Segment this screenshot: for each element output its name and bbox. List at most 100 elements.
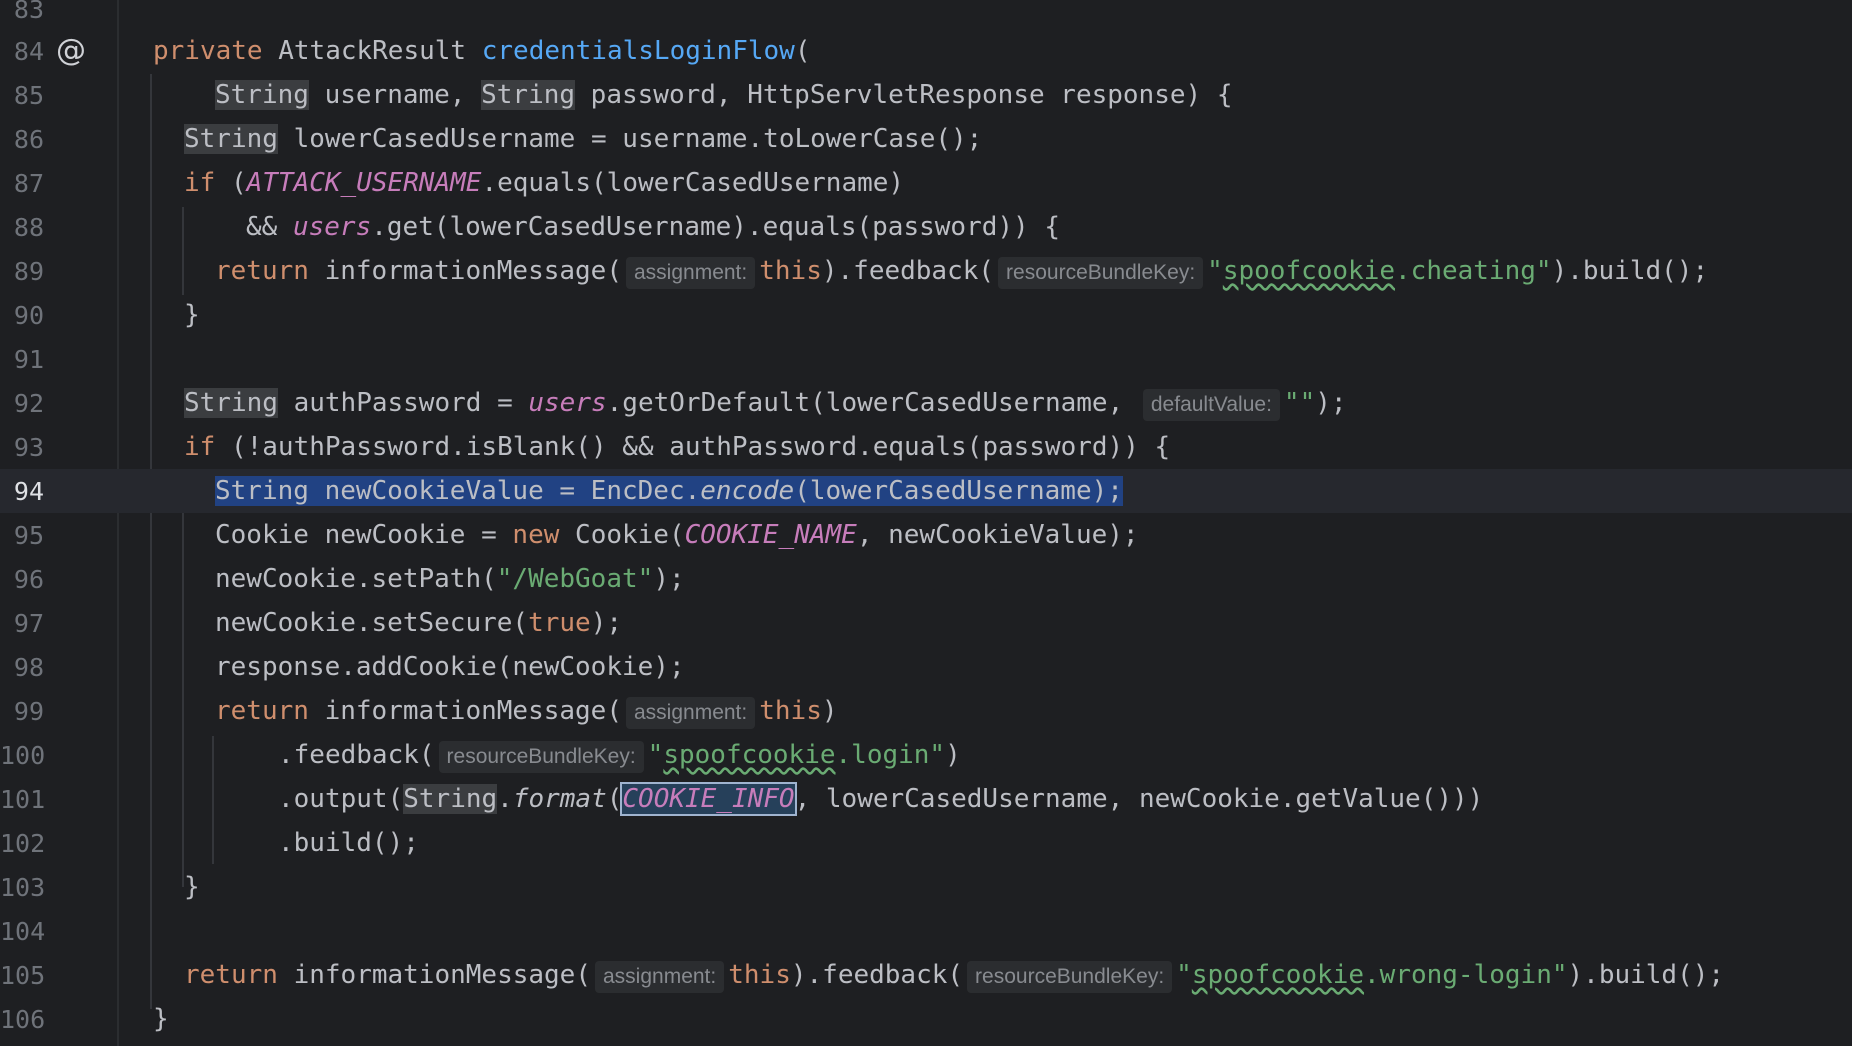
line-number: 93 bbox=[13, 433, 44, 462]
code-line[interactable]: 90 } bbox=[0, 293, 1852, 337]
static-field: users bbox=[528, 388, 607, 418]
code-text: } bbox=[184, 297, 200, 333]
code-fragment: password, HttpServletResponse response) … bbox=[575, 80, 1233, 110]
code-editor[interactable]: 83 84 @ private AttackResult credentials… bbox=[0, 0, 1852, 1046]
type-name: String bbox=[184, 124, 278, 154]
highlighted-constant[interactable]: COOKIE_INFO bbox=[620, 782, 797, 816]
code-line[interactable]: 89 return informationMessage(assignment:… bbox=[0, 249, 1852, 293]
typo-string: spoofcookie bbox=[1191, 960, 1365, 990]
code-text: return informationMessage(assignment: thi… bbox=[184, 957, 1724, 993]
code-fragment: ).build(); bbox=[1551, 256, 1709, 286]
string-literal: "" bbox=[1283, 388, 1316, 418]
line-number: 95 bbox=[13, 521, 44, 550]
code-line[interactable]: 98 response.addCookie(newCookie); bbox=[0, 645, 1852, 689]
method-name: credentialsLoginFlow bbox=[481, 36, 795, 66]
code-area[interactable]: 83 84 @ private AttackResult credentials… bbox=[0, 0, 1852, 1046]
string-literal: .cheating" bbox=[1395, 256, 1552, 286]
code-text: private AttackResult credentialsLoginFlo… bbox=[153, 33, 810, 69]
type-name: String bbox=[184, 388, 278, 418]
line-number: 92 bbox=[13, 389, 44, 418]
code-fragment: informationMessage( bbox=[277, 960, 591, 990]
code-line[interactable]: 85 String username, String password, Htt… bbox=[0, 73, 1852, 117]
code-line[interactable]: 84 @ private AttackResult credentialsLog… bbox=[0, 29, 1852, 73]
code-fragment: . bbox=[497, 784, 513, 814]
code-fragment: , newCookieValue); bbox=[856, 520, 1139, 550]
code-line[interactable]: 100 .feedback(resourceBundleKey: "spoofco… bbox=[0, 733, 1852, 777]
constant: ATTACK_USERNAME bbox=[246, 168, 482, 198]
code-line[interactable]: 97 newCookie.setSecure(true); bbox=[0, 601, 1852, 645]
string-literal: " bbox=[647, 740, 664, 770]
code-fragment: ).feedback( bbox=[790, 960, 964, 990]
code-fragment: .get(lowerCasedUsername).equals(password… bbox=[371, 212, 1060, 242]
code-line[interactable]: 105 return informationMessage(assignment… bbox=[0, 953, 1852, 997]
code-text: Cookie newCookie = new Cookie(COOKIE_NAM… bbox=[215, 517, 1139, 553]
code-fragment: String newCookieValue = EncDec. bbox=[215, 476, 701, 506]
code-line[interactable]: 87 if (ATTACK_USERNAME.equals(lowerCased… bbox=[0, 161, 1852, 205]
code-line[interactable]: 86 String lowerCasedUsername = username.… bbox=[0, 117, 1852, 161]
code-fragment: username, bbox=[308, 80, 482, 110]
line-number: 94 bbox=[13, 477, 44, 506]
code-line-current[interactable]: 94 String newCookieValue = EncDec.encode… bbox=[0, 469, 1852, 513]
code-line[interactable]: 106 } bbox=[0, 997, 1852, 1041]
line-number: 104 bbox=[0, 917, 46, 946]
line-number: 97 bbox=[13, 609, 44, 638]
code-line[interactable]: 103 } bbox=[0, 865, 1852, 909]
code-line[interactable]: 93 if (!authPassword.isBlank() && authPa… bbox=[0, 425, 1852, 469]
brace: } bbox=[184, 300, 200, 330]
line-number: 102 bbox=[0, 829, 46, 858]
line-number: 88 bbox=[13, 213, 44, 242]
code-line[interactable]: 91 bbox=[0, 337, 1852, 381]
keyword: return bbox=[215, 696, 309, 726]
keyword: return bbox=[184, 960, 278, 990]
line-number: 100 bbox=[0, 741, 46, 770]
code-text: if (!authPassword.isBlank() && authPassw… bbox=[184, 429, 1170, 465]
line-number: 101 bbox=[0, 785, 46, 814]
line-number: 99 bbox=[13, 697, 44, 726]
parameter-hint: resourceBundleKey: bbox=[967, 961, 1173, 993]
code-text: String newCookieValue = EncDec.encode(lo… bbox=[215, 473, 1123, 509]
code-line[interactable]: 104 bbox=[0, 909, 1852, 953]
code-fragment: .feedback( bbox=[278, 740, 435, 770]
code-fragment: Cookie newCookie = bbox=[215, 520, 513, 550]
parameter-hint: assignment: bbox=[595, 961, 725, 993]
keyword: this bbox=[759, 256, 822, 286]
parameter-hint: resourceBundleKey: bbox=[438, 741, 644, 773]
code-text: response.addCookie(newCookie); bbox=[215, 649, 685, 685]
code-line[interactable]: 101 .output(String.format(COOKIE_INFO, l… bbox=[0, 777, 1852, 821]
code-fragment: .equals(lowerCasedUsername) bbox=[481, 168, 905, 198]
keyword: if bbox=[184, 432, 216, 462]
code-line[interactable]: 92 String authPassword = users.getOrDefa… bbox=[0, 381, 1852, 425]
code-fragment: ).build(); bbox=[1567, 960, 1725, 990]
typo-string: spoofcookie bbox=[1222, 256, 1396, 286]
code-fragment: && bbox=[246, 212, 293, 242]
string-literal: " bbox=[1207, 256, 1223, 286]
code-fragment: newCookie.setPath( bbox=[215, 564, 497, 594]
code-text: .feedback(resourceBundleKey: "spoofcookie… bbox=[278, 737, 961, 773]
code-fragment: Cookie( bbox=[559, 520, 685, 550]
brace: } bbox=[153, 1004, 169, 1034]
static-field: users bbox=[292, 212, 372, 242]
code-line[interactable]: 96 newCookie.setPath("/WebGoat"); bbox=[0, 557, 1852, 601]
keyword: new bbox=[512, 520, 560, 550]
code-line[interactable]: 95 Cookie newCookie = new Cookie(COOKIE_… bbox=[0, 513, 1852, 557]
code-line[interactable]: 83 bbox=[0, 0, 1852, 31]
parameter-hint: defaultValue: bbox=[1142, 389, 1280, 421]
static-method: encode bbox=[700, 476, 795, 506]
code-fragment: .getOrDefault(lowerCasedUsername, bbox=[606, 388, 1124, 418]
code-text: && users.get(lowerCasedUsername).equals(… bbox=[246, 209, 1060, 245]
code-line[interactable]: 99 return informationMessage(assignment:… bbox=[0, 689, 1852, 733]
code-line[interactable]: 88 && users.get(lowerCasedUsername).equa… bbox=[0, 205, 1852, 249]
line-number: 85 bbox=[13, 81, 44, 110]
punct: ( bbox=[794, 36, 811, 66]
code-fragment: ); bbox=[653, 564, 685, 594]
code-fragment: authPassword = bbox=[277, 388, 529, 418]
code-fragment: newCookie.setSecure( bbox=[215, 608, 529, 638]
line-number: 98 bbox=[13, 653, 44, 682]
code-line[interactable]: 102 .build(); bbox=[0, 821, 1852, 865]
code-text: return informationMessage(assignment: thi… bbox=[215, 693, 838, 729]
line-number: 105 bbox=[0, 961, 46, 990]
code-text: if (ATTACK_USERNAME.equals(lowerCasedUse… bbox=[184, 165, 904, 201]
selected-text[interactable]: String newCookieValue = EncDec.encode(lo… bbox=[215, 476, 1123, 506]
parameter-hint: assignment: bbox=[626, 257, 756, 289]
at-sign-override-icon[interactable]: @ bbox=[56, 33, 86, 68]
